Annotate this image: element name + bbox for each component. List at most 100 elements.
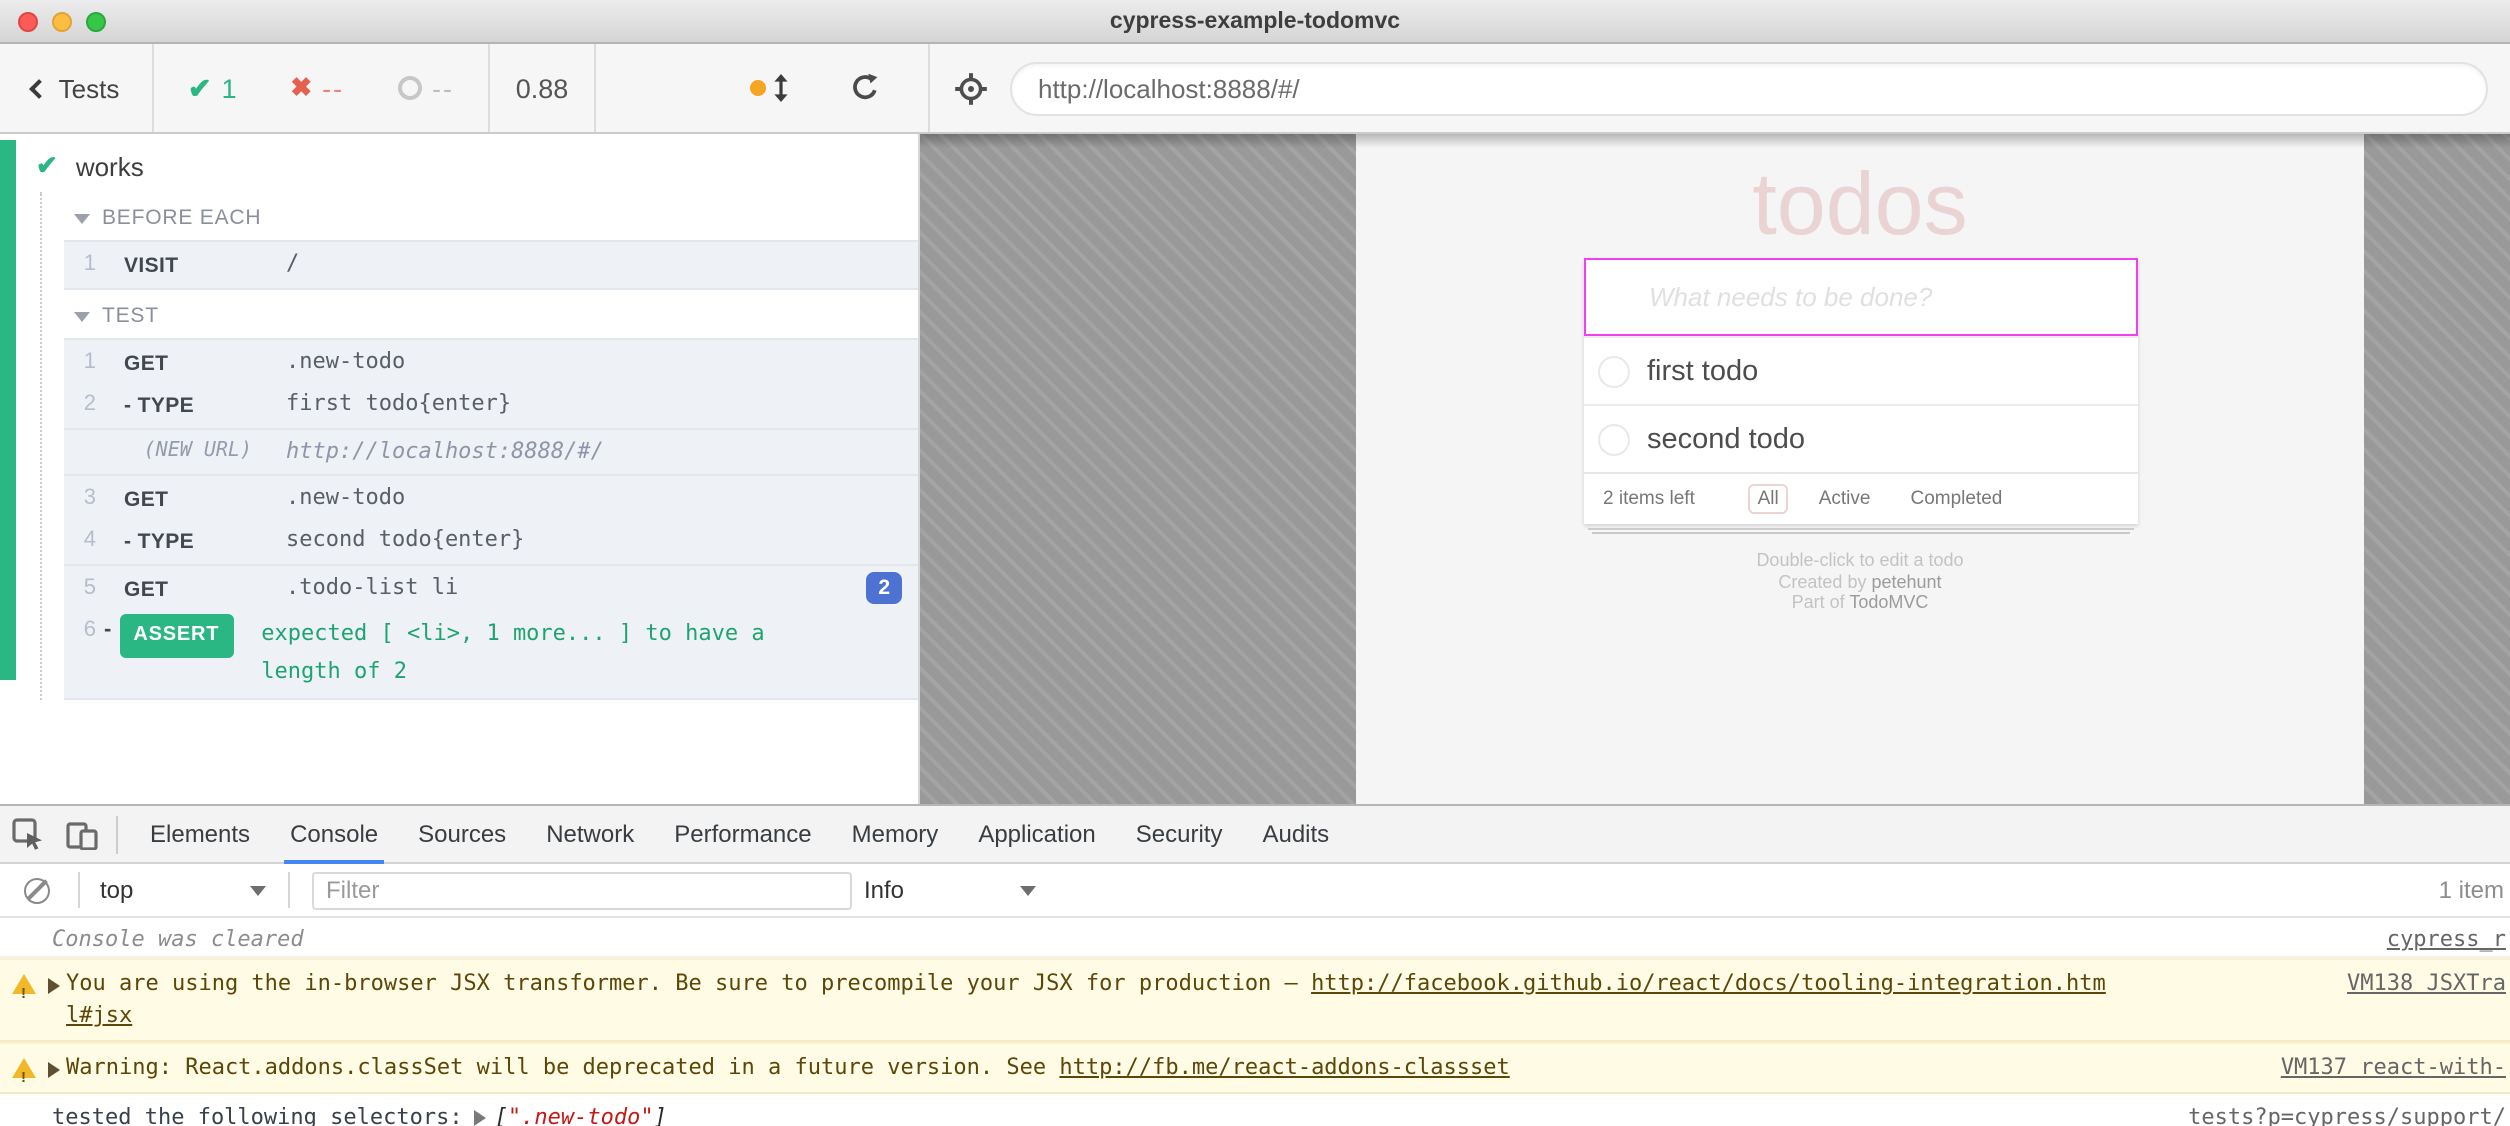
info-line: Part of TodoMVC bbox=[1583, 592, 2137, 613]
console-source-link[interactable]: cypress_r bbox=[2387, 926, 2506, 952]
array-bracket: ] bbox=[654, 1102, 667, 1126]
command-row[interactable]: 5 GET .todo-list li 2 bbox=[64, 568, 918, 610]
tab-security[interactable]: Security bbox=[1116, 806, 1243, 862]
test-title-row[interactable]: ✔ works bbox=[0, 134, 918, 192]
command-message: second todo{enter} bbox=[286, 520, 918, 560]
reload-icon[interactable] bbox=[850, 72, 880, 104]
stat-pending: -- bbox=[398, 73, 454, 103]
element-count-badge: 2 bbox=[866, 572, 902, 604]
warning-link[interactable]: http://facebook.github.io/react/docs/too… bbox=[1311, 970, 2106, 996]
log-level-selected: Info bbox=[864, 876, 904, 904]
warning-link-wrap[interactable]: l#jsx bbox=[66, 1000, 2331, 1032]
info-prefix: Created by bbox=[1778, 571, 1871, 591]
info-author-link[interactable]: petehunt bbox=[1871, 571, 1941, 591]
test-title: works bbox=[76, 151, 144, 181]
tab-sources[interactable]: Sources bbox=[398, 806, 526, 862]
section-label: BEFORE EACH bbox=[102, 206, 261, 230]
filter-all[interactable]: All bbox=[1748, 484, 1789, 514]
info-line: Created by petehunt bbox=[1583, 571, 2137, 592]
assert-message: expected [ <li>, 1 more... ] to have a l… bbox=[261, 610, 918, 696]
context-selector[interactable]: top bbox=[100, 876, 266, 904]
expand-triangle-icon[interactable] bbox=[48, 1061, 60, 1077]
command-number: 4 bbox=[64, 520, 96, 560]
app-window: cypress-example-todomvc Tests ✔ 1 ✖ -- -… bbox=[0, 0, 2510, 1126]
console-toolbar-divider bbox=[288, 872, 290, 908]
toolbar-shadow bbox=[920, 134, 2510, 148]
warning-icon bbox=[12, 1058, 36, 1078]
url-bar[interactable]: http://localhost:8888/#/ bbox=[1010, 61, 2488, 115]
tab-memory[interactable]: Memory bbox=[832, 806, 959, 862]
todo-app-info: Double-click to edit a todo Created by p… bbox=[1583, 550, 2137, 613]
tab-audits[interactable]: Audits bbox=[1242, 806, 1349, 862]
todo-toggle-checkbox[interactable] bbox=[1597, 355, 1629, 387]
section-label: TEST bbox=[102, 304, 159, 328]
console-source-link[interactable]: tests?p=cypress/support/ bbox=[2188, 1102, 2506, 1126]
new-url-label: (NEW URL) bbox=[64, 432, 252, 472]
stat-passed: ✔ 1 bbox=[188, 71, 237, 105]
section-test[interactable]: TEST bbox=[42, 290, 918, 338]
array-bracket: [ bbox=[495, 1102, 508, 1126]
console-toolbar: top Info 1 item bbox=[0, 864, 2510, 918]
console-item-count: 1 item bbox=[2439, 876, 2504, 904]
tab-network[interactable]: Network bbox=[526, 806, 654, 862]
stat-failed: ✖ -- bbox=[290, 72, 344, 104]
console-toolbar-divider bbox=[78, 872, 80, 908]
minimize-window-button[interactable] bbox=[52, 12, 72, 32]
zoom-window-button[interactable] bbox=[86, 12, 106, 32]
command-row[interactable]: 1 VISIT / bbox=[64, 244, 918, 286]
filter-completed[interactable]: Completed bbox=[1900, 484, 2012, 514]
test-duration: 0.88 bbox=[490, 73, 594, 103]
console-source-link[interactable]: VM137 react-with- bbox=[2281, 1052, 2506, 1084]
command-row[interactable]: 3 GET .new-todo bbox=[64, 478, 918, 520]
clear-console-icon[interactable] bbox=[24, 877, 50, 903]
tab-performance[interactable]: Performance bbox=[654, 806, 831, 862]
passed-count: 1 bbox=[221, 73, 236, 103]
log-level-selector[interactable]: Info bbox=[864, 876, 1036, 904]
crosshair-icon bbox=[953, 71, 987, 105]
expand-triangle-icon[interactable] bbox=[48, 977, 60, 993]
section-before-each[interactable]: BEFORE EACH bbox=[42, 192, 918, 240]
command-number: 6 bbox=[64, 610, 96, 650]
command-row[interactable]: 2 - TYPE first todo{enter} bbox=[64, 384, 918, 426]
command-message: first todo{enter} bbox=[286, 384, 918, 424]
device-toolbar-button[interactable] bbox=[54, 806, 108, 862]
close-window-button[interactable] bbox=[18, 12, 38, 32]
new-url-row[interactable]: (NEW URL) http://localhost:8888/#/ bbox=[64, 432, 918, 472]
command-method: - TYPE bbox=[124, 520, 286, 562]
console-filter-input[interactable] bbox=[312, 871, 852, 909]
viewport-info-button[interactable] bbox=[930, 71, 1010, 105]
console-row-warning: Warning: React.addons.classSet will be d… bbox=[0, 1042, 2510, 1094]
command-number: 5 bbox=[64, 568, 96, 608]
console-messages: Console was cleared cypress_r You are us… bbox=[0, 918, 2510, 1126]
warning-text: You are using the in-browser JSX transfo… bbox=[66, 970, 1311, 996]
tab-console[interactable]: Console bbox=[270, 806, 398, 862]
auto-scroll-toggle[interactable] bbox=[750, 74, 790, 102]
warning-link[interactable]: http://fb.me/react-addons-classset bbox=[1059, 1054, 1509, 1080]
expand-triangle-icon[interactable] bbox=[475, 1109, 487, 1125]
filter-active[interactable]: Active bbox=[1809, 484, 1881, 514]
command-number: 2 bbox=[64, 384, 96, 424]
todo-app-title: todos bbox=[1583, 158, 2137, 254]
console-row-warning: You are using the in-browser JSX transfo… bbox=[0, 958, 2510, 1042]
selector-string: ".new-todo" bbox=[508, 1102, 654, 1126]
new-todo-input[interactable] bbox=[1583, 258, 2137, 336]
info-todomvc-link[interactable]: TodoMVC bbox=[1849, 592, 1928, 612]
traffic-lights bbox=[18, 12, 106, 32]
todo-toggle-checkbox[interactable] bbox=[1597, 423, 1629, 455]
console-row-log: tested the following selectors: [".new-t… bbox=[0, 1094, 2510, 1126]
tab-application[interactable]: Application bbox=[958, 806, 1115, 862]
aut-viewport: todos first todo second todo 2 items le bbox=[1356, 134, 2364, 804]
warning-message: Warning: React.addons.classSet will be d… bbox=[66, 1052, 2265, 1084]
tab-elements[interactable]: Elements bbox=[130, 806, 270, 862]
window-title: cypress-example-todomvc bbox=[1110, 9, 1400, 33]
command-group: 3 GET .new-todo 4 - TYPE second todo{ent… bbox=[64, 476, 918, 566]
console-source-link[interactable]: VM138 JSXTra bbox=[2347, 968, 2506, 1000]
command-row[interactable]: 4 - TYPE second todo{enter} bbox=[64, 520, 918, 562]
warning-text: Warning: React.addons.classSet will be d… bbox=[66, 1054, 1059, 1080]
back-to-tests-button[interactable]: Tests bbox=[0, 73, 152, 103]
command-method: GET bbox=[124, 342, 286, 384]
main-content: ✔ works BEFORE EACH 1 VISIT / T bbox=[0, 134, 2510, 804]
inspect-element-button[interactable] bbox=[0, 806, 54, 862]
assert-command-row[interactable]: 6 - ASSERT expected [ <li>, 1 more... ] … bbox=[64, 610, 918, 696]
command-row[interactable]: 1 GET .new-todo bbox=[64, 342, 918, 384]
